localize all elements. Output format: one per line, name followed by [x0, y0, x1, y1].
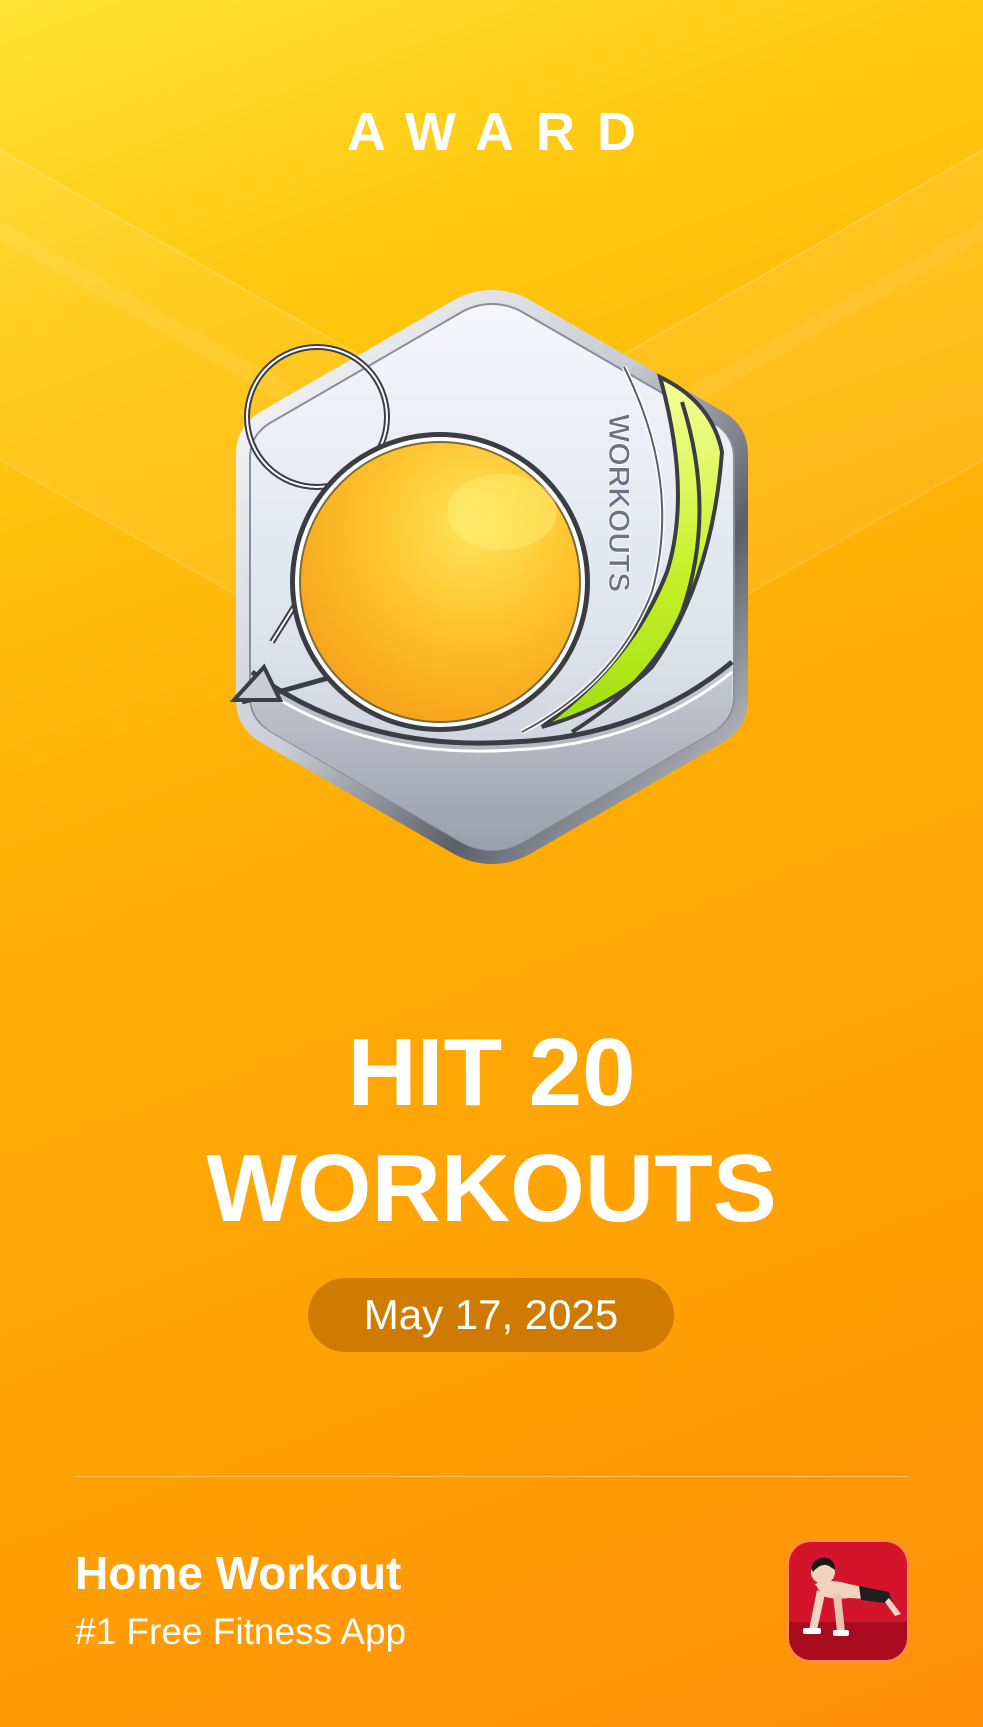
badge-engraving: WORKOUTS	[602, 414, 635, 592]
app-tagline: #1 Free Fitness App	[75, 1611, 407, 1652]
award-share-card: AWARD WORKOUTS HIT 20 WORKOUTS May 17, 2…	[0, 0, 983, 1727]
hexagon-medal-icon: WORKOUTS	[229, 290, 748, 864]
app-name: Home Workout	[75, 1547, 402, 1599]
achievement-date-badge: May 17, 2025	[308, 1278, 674, 1352]
achievement-title-line1: HIT 20	[347, 1019, 636, 1126]
award-heading: AWARD	[347, 102, 658, 162]
achievement-title-line2: WORKOUTS	[206, 1135, 777, 1242]
footer-divider	[75, 1476, 908, 1477]
achievement-title: HIT 20 WORKOUTS	[0, 1015, 983, 1247]
pushup-man-app-icon	[789, 1542, 907, 1660]
